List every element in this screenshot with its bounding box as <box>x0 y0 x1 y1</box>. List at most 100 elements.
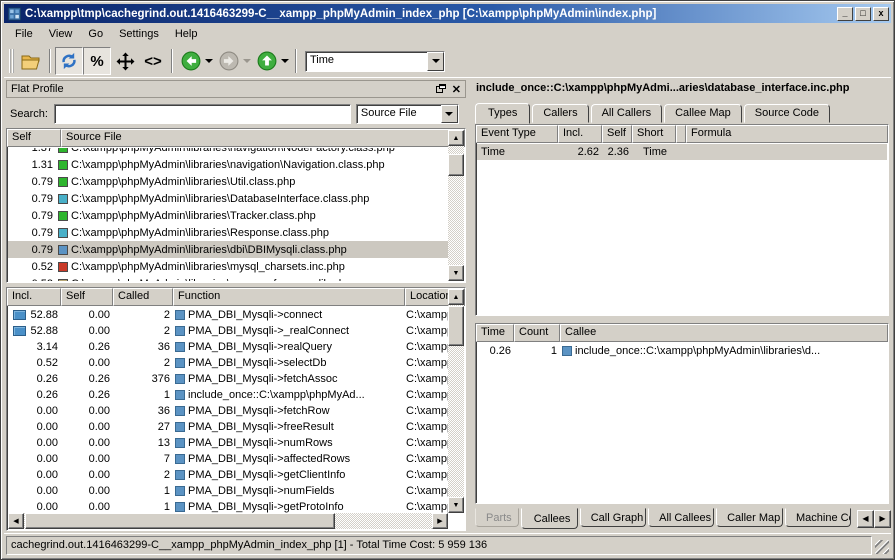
column-header-incl[interactable]: Incl. <box>7 288 61 306</box>
table-row[interactable]: 0.261include_once::C:\xampp\phpMyAdmin\l… <box>477 343 887 359</box>
table-row[interactable]: 0.000.0027PMA_DBI_Mysqli->freeResultC:\x… <box>8 419 448 435</box>
column-header-eventtype[interactable]: Event Type <box>476 125 558 143</box>
group-by-value: Source File <box>357 105 441 123</box>
expand-areas-button[interactable] <box>111 47 139 75</box>
up-button[interactable] <box>253 47 281 75</box>
tab-callees[interactable]: Callees <box>521 508 578 529</box>
table-row[interactable]: Time2.622.36Time <box>477 144 887 160</box>
open-file-button[interactable] <box>17 47 45 75</box>
menu-view[interactable]: View <box>42 25 80 43</box>
forward-button[interactable] <box>215 47 243 75</box>
table-row[interactable]: 0.260.261include_once::C:\xampp\phpMyAd.… <box>8 387 448 403</box>
cost-color-icon <box>58 245 68 255</box>
list-item[interactable]: 0.52C:\xampp\phpMyAdmin\libraries\user_p… <box>8 275 448 281</box>
column-header-self[interactable]: Self <box>61 288 113 306</box>
menu-settings[interactable]: Settings <box>112 25 166 43</box>
cycle-detection-button[interactable] <box>55 47 83 75</box>
column-header-callee[interactable]: Callee <box>560 324 888 342</box>
scrollbar-thumb[interactable] <box>448 154 464 176</box>
table-row[interactable]: 0.000.0013PMA_DBI_Mysqli->numRowsC:\xamp… <box>8 435 448 451</box>
scroll-down-icon[interactable]: ▼ <box>448 265 464 281</box>
table-row[interactable]: 52.880.002PMA_DBI_Mysqli->connectC:\xamp… <box>8 307 448 323</box>
list-item[interactable]: 0.52C:\xampp\phpMyAdmin\libraries\mysql_… <box>8 258 448 275</box>
menu-go[interactable]: Go <box>81 25 110 43</box>
list-item[interactable]: 0.79C:\xampp\phpMyAdmin\libraries\Databa… <box>8 190 448 207</box>
forward-dropdown-caret[interactable] <box>243 59 251 67</box>
group-by-selector[interactable]: Source File <box>356 104 459 124</box>
table-row[interactable]: 3.140.2636PMA_DBI_Mysqli->realQueryC:\xa… <box>8 339 448 355</box>
list-item[interactable]: 0.79C:\xampp\phpMyAdmin\libraries\Respon… <box>8 224 448 241</box>
tab-callers[interactable]: Callers <box>532 104 588 123</box>
relative-percent-button[interactable]: % <box>83 47 111 75</box>
column-header-source-file[interactable]: Source File <box>61 129 465 147</box>
function-name: include_once::C:\xampp\phpMyAd... <box>188 389 365 401</box>
column-header-count[interactable]: Count <box>514 324 560 342</box>
count-cell: 1 <box>515 345 561 357</box>
scroll-up-icon[interactable]: ▲ <box>448 130 464 146</box>
source-file-path: C:\xampp\phpMyAdmin\libraries\DatabaseIn… <box>71 193 369 205</box>
tab-types[interactable]: Types <box>475 103 530 124</box>
column-header-self[interactable]: Self <box>602 125 632 143</box>
table-row[interactable]: 0.000.0036PMA_DBI_Mysqli->fetchRowC:\xam… <box>8 403 448 419</box>
tab-source-code[interactable]: Source Code <box>744 104 830 123</box>
toolbar-handle[interactable] <box>9 49 14 73</box>
column-header-formula[interactable]: Formula <box>686 125 888 143</box>
table-row[interactable]: 0.520.002PMA_DBI_Mysqli->selectDbC:\xamp… <box>8 355 448 371</box>
tab-caller-map[interactable]: Caller Map <box>716 508 783 527</box>
tab-scroll-left-icon[interactable]: ◀ <box>857 510 874 528</box>
event-type-dropdown-button[interactable] <box>427 52 444 71</box>
column-header-time[interactable]: Time <box>476 324 514 342</box>
scrollbar-thumb[interactable] <box>25 513 335 529</box>
column-header-spacer[interactable] <box>676 125 686 143</box>
list-item[interactable]: 0.79C:\xampp\phpMyAdmin\libraries\Tracke… <box>8 207 448 224</box>
up-dropdown-caret[interactable] <box>281 59 289 67</box>
menu-file[interactable]: File <box>8 25 40 43</box>
column-header-called[interactable]: Called <box>113 288 173 306</box>
column-header-incl[interactable]: Incl. <box>558 125 602 143</box>
resize-grip[interactable] <box>875 540 889 554</box>
incl-value: 0.26 <box>37 389 58 401</box>
chevron-down-icon <box>432 59 440 67</box>
menu-help[interactable]: Help <box>168 25 205 43</box>
table-row[interactable]: 0.260.26376PMA_DBI_Mysqli->fetchAssocC:\… <box>8 371 448 387</box>
table-row[interactable]: 0.000.001PMA_DBI_Mysqli->getProtoInfoC:\… <box>8 499 448 513</box>
compare-button[interactable]: <> <box>139 47 167 75</box>
back-dropdown-caret[interactable] <box>205 59 213 67</box>
tab-all-callers[interactable]: All Callers <box>591 104 663 123</box>
table-row[interactable]: 52.880.002PMA_DBI_Mysqli->_realConnectC:… <box>8 323 448 339</box>
scrollbar-thumb[interactable] <box>448 306 464 346</box>
table-row[interactable]: 0.000.002PMA_DBI_Mysqli->getClientInfoC:… <box>8 467 448 483</box>
float-dock-icon[interactable] <box>436 84 446 94</box>
tab-scroll-right-icon[interactable]: ▶ <box>874 510 891 528</box>
scroll-up-icon[interactable]: ▲ <box>448 289 464 305</box>
search-input[interactable] <box>54 104 351 124</box>
scroll-left-icon[interactable]: ◀ <box>8 513 24 529</box>
tab-machine-code[interactable]: Machine Code <box>785 508 851 527</box>
event-type-selector[interactable]: Time <box>305 51 445 72</box>
scroll-right-icon[interactable]: ▶ <box>432 513 448 529</box>
cost-color-icon <box>58 228 68 238</box>
vertical-scrollbar[interactable]: ▲ ▼ <box>448 130 464 281</box>
table-row[interactable]: 0.000.001PMA_DBI_Mysqli->numFieldsC:\xam… <box>8 483 448 499</box>
function-list: Incl.SelfCalledFunctionLocation 52.880.0… <box>6 287 466 531</box>
tab-callee-map[interactable]: Callee Map <box>664 104 742 123</box>
tab-all-callees[interactable]: All Callees <box>648 508 714 527</box>
list-item[interactable]: 1.31C:\xampp\phpMyAdmin\libraries\naviga… <box>8 156 448 173</box>
table-row[interactable]: 0.000.007PMA_DBI_Mysqli->affectedRowsC:\… <box>8 451 448 467</box>
group-by-dropdown-button[interactable] <box>441 105 458 123</box>
column-header-short[interactable]: Short <box>632 125 676 143</box>
horizontal-scrollbar[interactable]: ◀ ▶ <box>8 513 448 529</box>
column-header-function[interactable]: Function <box>173 288 405 306</box>
scroll-down-icon[interactable]: ▼ <box>448 497 464 513</box>
tab-call-graph[interactable]: Call Graph <box>580 508 646 527</box>
minimize-button[interactable]: _ <box>837 7 853 21</box>
vertical-scrollbar[interactable]: ▲ ▼ <box>448 289 464 513</box>
maximize-button[interactable]: □ <box>855 7 871 21</box>
close-dock-icon[interactable]: ✕ <box>452 83 461 96</box>
list-item[interactable]: 1.37C:\xampp\phpMyAdmin\libraries\naviga… <box>8 148 448 156</box>
back-button[interactable] <box>177 47 205 75</box>
list-item[interactable]: 0.79C:\xampp\phpMyAdmin\libraries\Util.c… <box>8 173 448 190</box>
list-item[interactable]: 0.79C:\xampp\phpMyAdmin\libraries\dbi\DB… <box>8 241 448 258</box>
close-button[interactable]: x <box>873 7 889 21</box>
column-header-self[interactable]: Self <box>7 129 61 147</box>
